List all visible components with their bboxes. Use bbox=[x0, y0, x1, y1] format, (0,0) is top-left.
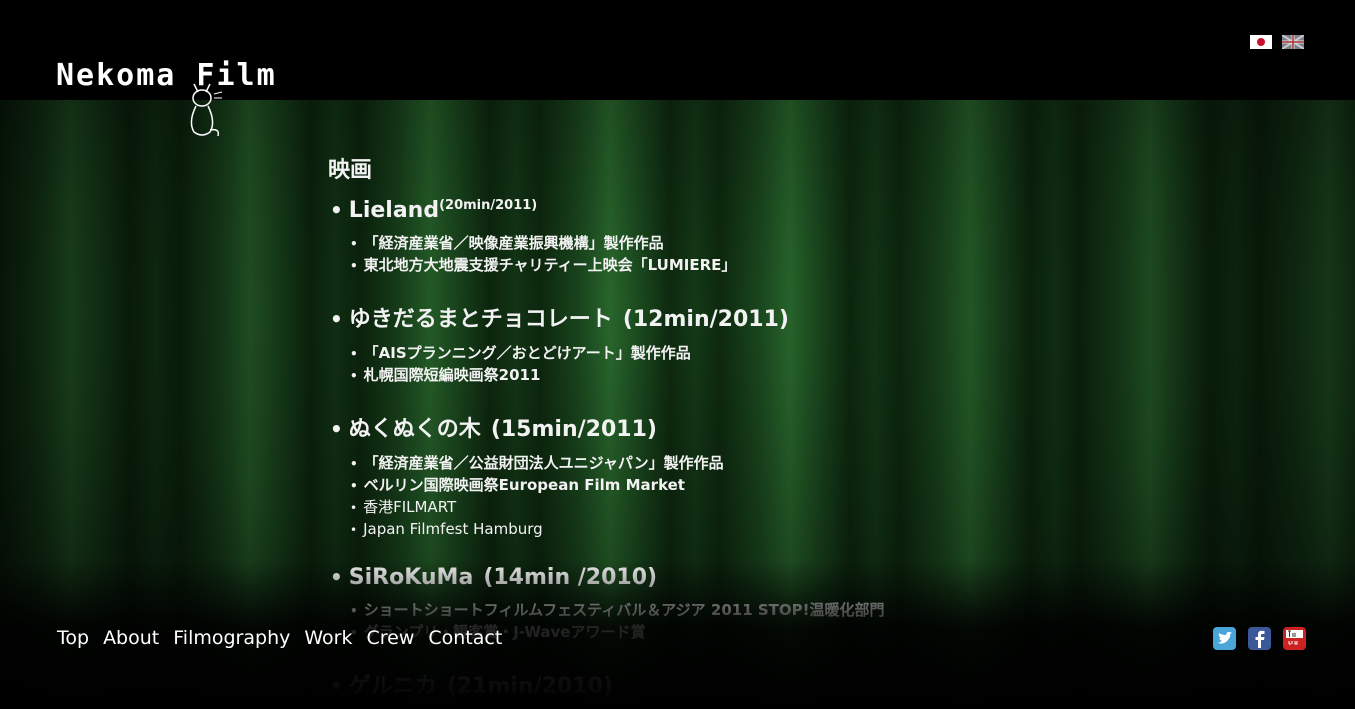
nav-item-contact[interactable]: Contact bbox=[428, 627, 502, 649]
bullet: • bbox=[330, 307, 343, 331]
film-title: ぬくぬくの木 bbox=[348, 417, 481, 442]
film-notes: 「AISプランニング／おとどけアート」製作作品 札幌国際短編映画祭2011 bbox=[328, 343, 1048, 387]
film-duration: (20min/2011) bbox=[439, 198, 538, 213]
film-title-row: • ぬくぬくの木 (15min/2011) bbox=[330, 411, 1048, 443]
youtube-icon[interactable] bbox=[1283, 627, 1306, 650]
film-duration: (14min /2010) bbox=[483, 565, 658, 590]
bullet: • bbox=[330, 417, 343, 441]
film-item: • ゆきだるまとチョコレート (12min/2011) 「AISプランニング／お… bbox=[328, 301, 1048, 387]
film-note: 香港FILMART bbox=[350, 497, 1048, 519]
film-duration: (21min/2010) bbox=[446, 674, 613, 699]
film-title-row: • Lieland (20min/2011) bbox=[330, 198, 1048, 223]
language-switcher bbox=[1250, 35, 1304, 49]
film-note: 東北地方大地震支援チャリティー上映会「LUMIERE」 bbox=[350, 255, 1048, 277]
film-title-row: • ゆきだるまとチョコレート (12min/2011) bbox=[330, 301, 1048, 333]
film-item: • ゲルニカ (21min/2010) bbox=[328, 668, 1048, 700]
film-title-row: • SiRoKuMa (14min /2010) bbox=[330, 565, 1048, 590]
film-item: • Lieland (20min/2011) 「経済産業省／映像産業振興機構」製… bbox=[328, 198, 1048, 277]
film-duration: (12min/2011) bbox=[622, 307, 789, 332]
site-logo[interactable]: Nekoma Film bbox=[56, 58, 277, 137]
main-nav: Top About Filmography Work Crew Contact bbox=[57, 627, 516, 649]
bullet: • bbox=[330, 674, 343, 698]
film-note: ショートショートフィルムフェスティバル＆アジア 2011 STOP!温暖化部門 bbox=[350, 600, 1048, 622]
nav-item-crew[interactable]: Crew bbox=[366, 627, 414, 649]
section-title: 映画 bbox=[328, 157, 373, 183]
film-note: 「経済産業省／公益財団法人ユニジャパン」製作作品 bbox=[350, 453, 1048, 475]
film-title-row: • ゲルニカ (21min/2010) bbox=[330, 668, 1048, 700]
japanese-flag-icon[interactable] bbox=[1250, 35, 1272, 49]
film-notes: 「経済産業省／映像産業振興機構」製作作品 東北地方大地震支援チャリティー上映会「… bbox=[328, 233, 1048, 277]
bullet: • bbox=[330, 198, 343, 222]
nav-item-about[interactable]: About bbox=[103, 627, 159, 649]
film-title: Lieland bbox=[348, 198, 440, 223]
film-note: 札幌国際短編映画祭2011 bbox=[350, 365, 1048, 387]
uk-flag-icon[interactable] bbox=[1282, 35, 1304, 49]
logo-text: Nekoma Film bbox=[56, 58, 277, 93]
film-notes: 「経済産業省／公益財団法人ユニジャパン」製作作品 ベルリン国際映画祭Europe… bbox=[328, 453, 1048, 541]
bullet: • bbox=[330, 565, 343, 589]
nav-item-top[interactable]: Top bbox=[57, 627, 89, 649]
film-title: ゆきだるまとチョコレート bbox=[348, 307, 613, 332]
nav-item-work[interactable]: Work bbox=[304, 627, 352, 649]
page: Nekoma Film 映画 • Lieland (20min/2011) • … bbox=[0, 0, 1355, 709]
facebook-icon[interactable] bbox=[1248, 627, 1271, 650]
film-note: 「経済産業省／映像産業振興機構」製作作品 bbox=[350, 233, 1048, 255]
cat-icon bbox=[190, 83, 223, 137]
nav-item-filmography[interactable]: Filmography bbox=[173, 627, 290, 649]
social-links bbox=[1213, 627, 1306, 650]
film-item: • ぬくぬくの木 (15min/2011) 「経済産業省／公益財団法人ユニジャパ… bbox=[328, 411, 1048, 541]
film-note: ベルリン国際映画祭European Film Market bbox=[350, 475, 1048, 497]
film-duration: (15min/2011) bbox=[490, 417, 657, 442]
filmography-content: 映画 • Lieland (20min/2011) 「経済産業省／映像産業振興機… bbox=[328, 152, 1048, 709]
film-note: Japan Filmfest Hamburg bbox=[350, 519, 1048, 541]
film-title: ゲルニカ bbox=[348, 674, 437, 699]
twitter-icon[interactable] bbox=[1213, 627, 1236, 650]
film-title: SiRoKuMa bbox=[348, 565, 474, 590]
film-note: 「AISプランニング／おとどけアート」製作作品 bbox=[350, 343, 1048, 365]
